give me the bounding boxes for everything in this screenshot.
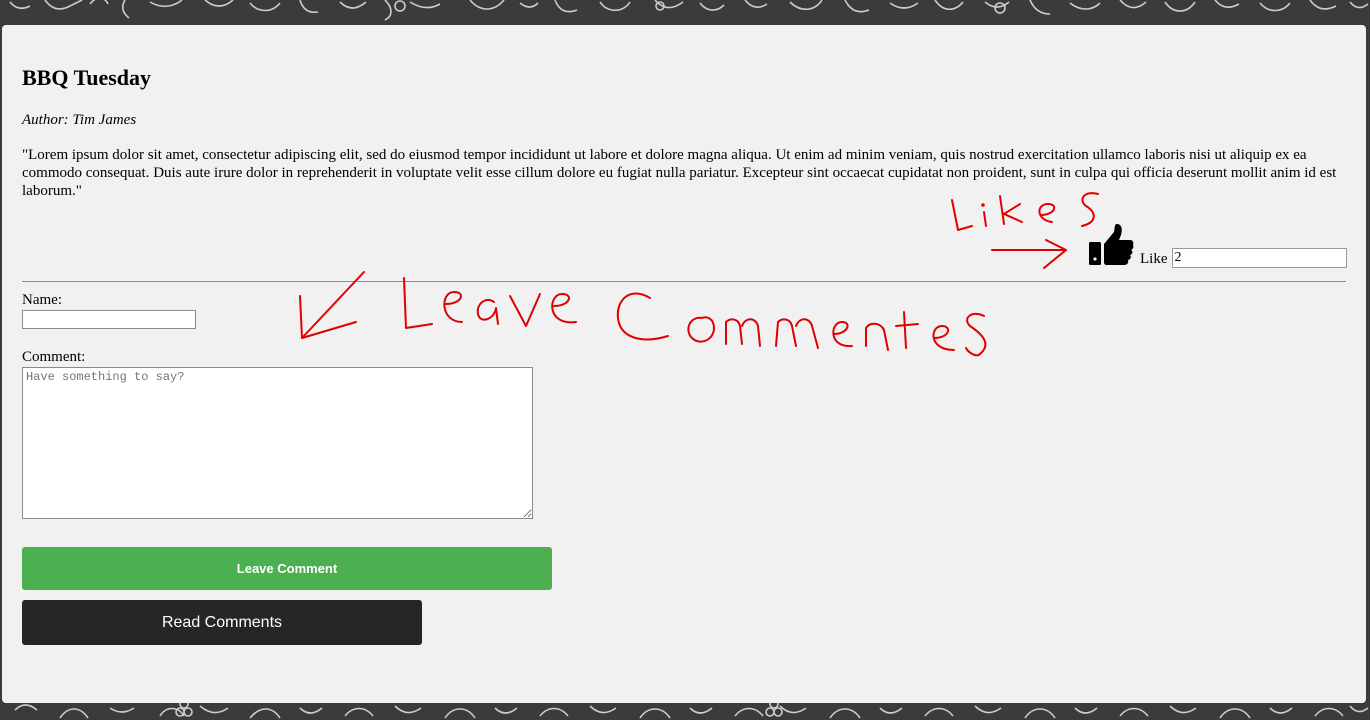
thumbs-up-icon[interactable] [1088, 222, 1134, 268]
comment-textarea[interactable] [22, 367, 533, 519]
divider [22, 281, 1346, 282]
post-card: BBQ Tuesday Author: Tim James "Lorem ips… [2, 25, 1366, 703]
post-author: Author: Tim James [22, 112, 137, 128]
like-label: Like [1140, 251, 1168, 267]
like-count-field[interactable] [1171, 248, 1347, 268]
like-area: Like [1088, 218, 1347, 268]
post-body: "Lorem ipsum dolor sit amet, consectetur… [22, 147, 1337, 199]
read-comments-button[interactable]: Read Comments [22, 600, 422, 645]
post-title: BBQ Tuesday [22, 65, 152, 90]
name-field[interactable] [22, 310, 196, 329]
name-label: Name: [22, 292, 62, 308]
leave-comment-button[interactable]: Leave Comment [22, 547, 552, 590]
comment-label: Comment: [22, 349, 86, 365]
